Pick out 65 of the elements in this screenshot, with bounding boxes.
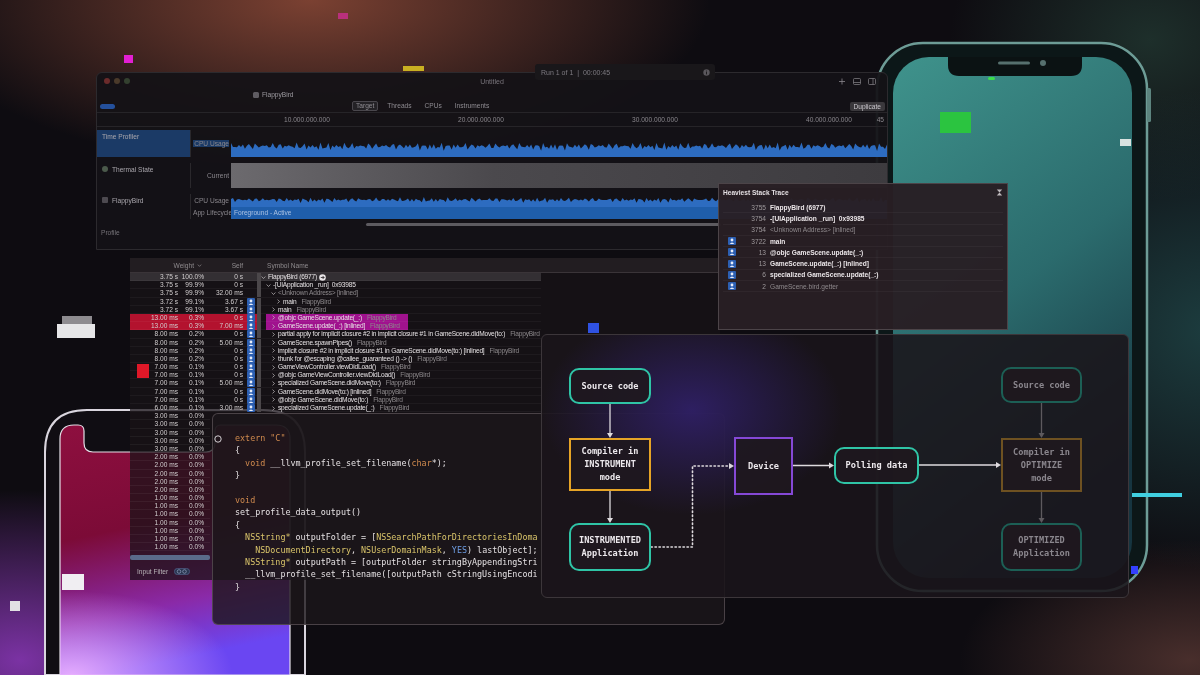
chevron-icon[interactable] <box>271 397 276 403</box>
diagram-node: Source code <box>1001 367 1082 403</box>
app-icon <box>253 91 259 98</box>
scrollbar[interactable] <box>130 555 210 561</box>
diagram-node: OPTIMIZED Application <box>1001 523 1082 571</box>
code-line: } <box>235 580 241 594</box>
ring-icon <box>214 435 222 443</box>
diagram-node: Compiler in INSTRUMENT mode <box>569 438 651 491</box>
chevron-icon[interactable] <box>271 307 276 313</box>
chevron-icon[interactable] <box>271 389 276 395</box>
pixel-block <box>1131 566 1138 574</box>
diagram-node: Source code <box>569 368 651 404</box>
code-line: void __llvm_profile_set_filename(char*); <box>244 456 447 470</box>
chevron-icon[interactable] <box>271 405 276 411</box>
chevron-icon[interactable] <box>271 290 276 296</box>
chevron-icon[interactable] <box>271 372 276 378</box>
chevron-icon[interactable] <box>266 282 271 288</box>
connector-arrow <box>607 490 613 523</box>
code-line: } <box>235 469 241 482</box>
chevron-icon[interactable] <box>271 348 276 354</box>
chevron-icon[interactable] <box>271 331 276 337</box>
code-line: NSString* outputPath = [outputFolder stringByAppendingStri <box>244 555 538 569</box>
code-line: set_profile_data_output() <box>235 506 362 519</box>
plus-icon[interactable] <box>838 77 846 85</box>
circle-icon <box>102 166 108 172</box>
toggle-icon[interactable] <box>174 567 191 575</box>
pixel-block <box>137 364 149 378</box>
code-line: NSDocumentDirectory, NSUserDomainMask, YES) lastObject]; <box>254 543 538 556</box>
pixel-block <box>403 66 424 71</box>
sidebar-icon[interactable] <box>868 77 876 85</box>
scrollbar[interactable] <box>366 222 721 226</box>
code-line: extern "C" <box>235 432 286 445</box>
connector-arrow <box>1038 491 1045 523</box>
chevron-icon[interactable] <box>276 299 281 305</box>
pixel-block <box>940 112 971 133</box>
code-line: __llvm_profile_set_filename([outputPath cStringUsingEncodi <box>244 568 538 581</box>
chevron-icon[interactable] <box>261 274 266 280</box>
pixel-block <box>1132 493 1182 497</box>
code-line: { <box>235 518 241 532</box>
code-line: { <box>235 444 241 457</box>
pixel-block <box>62 574 84 590</box>
pixel-block <box>10 601 20 611</box>
sort-icon[interactable] <box>197 262 202 268</box>
pixel-block <box>124 55 133 63</box>
code-line: void <box>235 493 256 507</box>
diagram-node: Compiler in OPTIMIZE mode <box>1001 438 1082 492</box>
pixel-block <box>1120 139 1131 146</box>
diagram-node: Polling data <box>834 447 919 484</box>
hourglass-icon[interactable] <box>996 189 1003 196</box>
pixel-block <box>338 13 348 19</box>
chevron-icon[interactable] <box>271 356 276 362</box>
arrow-circle-icon[interactable] <box>319 273 326 281</box>
chevron-icon[interactable] <box>271 364 276 370</box>
chevron-icon[interactable] <box>271 340 276 345</box>
chevron-icon[interactable] <box>271 380 276 386</box>
diagram-node: INSTRUMENTED Application <box>569 523 651 571</box>
app-icon <box>102 197 108 203</box>
info-icon[interactable] <box>703 68 710 76</box>
connector-arrow <box>607 403 613 438</box>
panel-icon[interactable] <box>853 77 861 85</box>
code-line: NSString* outputFolder = [NSSearchPathForDirectoriesInDoma <box>244 531 538 544</box>
pixel-block <box>588 323 599 333</box>
diagram-node: Device <box>734 437 793 495</box>
connector-arrow <box>1038 402 1045 438</box>
connector-arrow <box>792 462 834 469</box>
